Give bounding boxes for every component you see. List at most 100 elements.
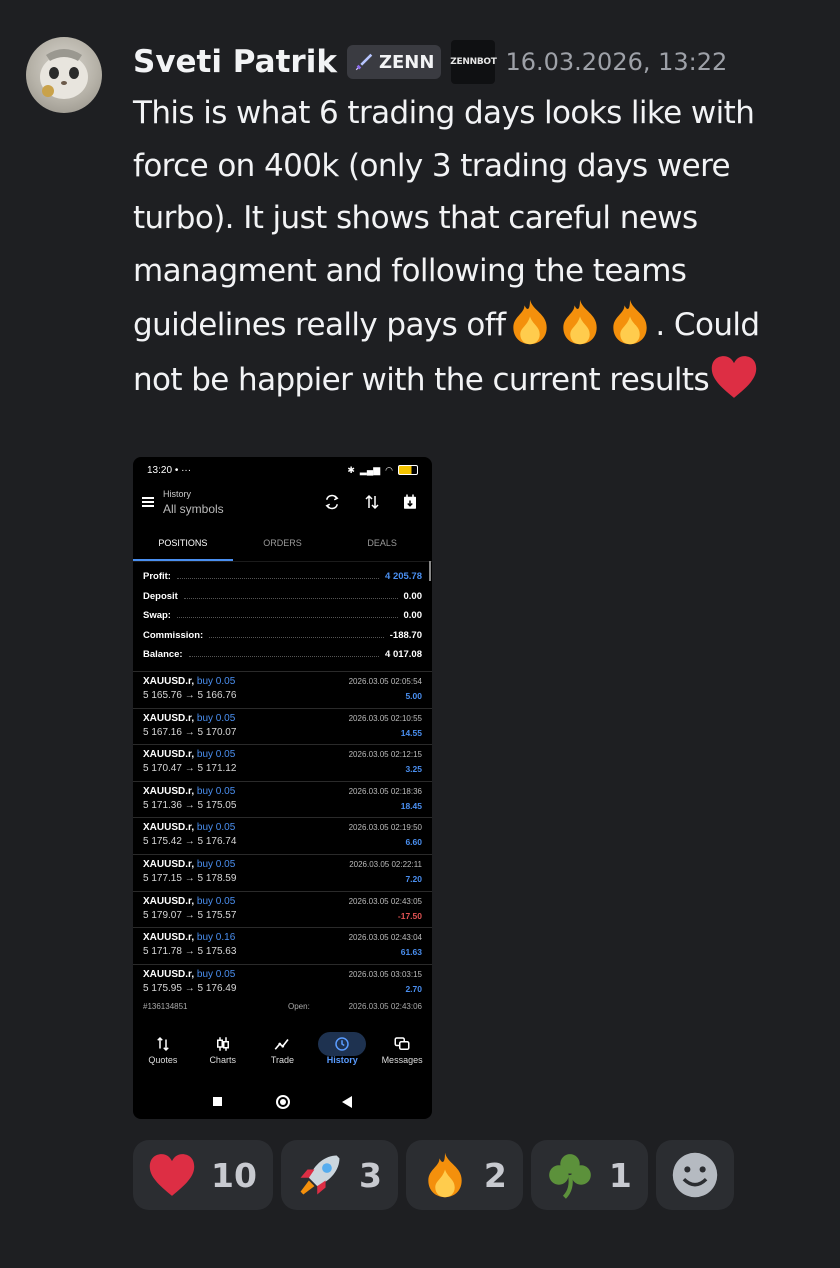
- user-avatar[interactable]: [26, 37, 102, 113]
- reaction-fire[interactable]: 2: [405, 1140, 523, 1210]
- summary-row-profit: Profit: 4 205.78: [143, 567, 422, 587]
- clan-tag[interactable]: ZENN: [346, 45, 442, 79]
- menu-icon[interactable]: [142, 497, 154, 507]
- battery-icon: [398, 465, 418, 475]
- rocket-icon: [300, 1155, 340, 1195]
- nav-label: Quotes: [148, 1055, 178, 1065]
- reaction-rocket[interactable]: 3: [280, 1140, 398, 1210]
- summary-row-balance: Balance: 4 017.08: [143, 645, 422, 665]
- summary-value: -188.70: [389, 629, 422, 641]
- list-item[interactable]: XAUUSD.r, buy 0.05 5 179.07 → 5 175.57 202…: [133, 890, 432, 928]
- list-item[interactable]: XAUUSD.r, buy 0.05 5 177.15 → 5 178.59 202…: [133, 853, 432, 891]
- heart-emoji-icon: [709, 352, 759, 402]
- list-item[interactable]: XAUUSD.r, buy 0.05 5 171.36 → 5 175.05 202…: [133, 780, 432, 818]
- reaction-heart[interactable]: 10: [133, 1140, 273, 1210]
- fire-emoji-icon: [505, 297, 555, 347]
- position-symbol: XAUUSD.r,: [143, 749, 195, 761]
- nav-label: Trade: [270, 1055, 295, 1065]
- back-icon[interactable]: [342, 1096, 352, 1108]
- fire-icon: [428, 1152, 462, 1198]
- nav-messages[interactable]: Messages: [372, 1027, 432, 1077]
- home-icon[interactable]: [276, 1095, 290, 1109]
- list-item[interactable]: XAUUSD.r, buy 0.05 5 165.76 → 5 166.76 202…: [133, 671, 432, 708]
- position-symbol: XAUUSD.r,: [143, 785, 195, 797]
- position-symbol: XAUUSD.r,: [143, 932, 195, 944]
- ticket-open-label: Open:: [288, 1002, 310, 1011]
- username[interactable]: Sveti Patrik: [133, 44, 337, 80]
- position-time: 2026.03.05 03:03:15: [348, 969, 422, 979]
- add-reaction-button[interactable]: [655, 1140, 734, 1210]
- message-timestamp[interactable]: 16.03.2026, 13:22: [505, 48, 727, 76]
- position-side: buy 0.05: [196, 858, 236, 870]
- summary-value: 4 205.78: [385, 571, 422, 583]
- position-prices: 5 167.16 → 5 170.07: [143, 726, 237, 738]
- account-summary: Profit: 4 205.78 Deposit 0.00 Swap: 0.00 Co…: [143, 567, 422, 665]
- reaction-count: 2: [483, 1155, 507, 1195]
- tab-positions[interactable]: POSITIONS: [133, 529, 233, 561]
- summary-row-commission: Commission: -188.70: [143, 626, 422, 646]
- position-time: 2026.03.05 02:43:05: [348, 896, 422, 906]
- position-side: buy 0.05: [196, 749, 236, 761]
- fire-emoji-icon: [605, 297, 655, 347]
- message-content: This is what 6 trading days looks like w…: [133, 87, 813, 406]
- reaction-count: 3: [358, 1155, 382, 1195]
- sort-icon[interactable]: [363, 493, 381, 511]
- ticket-open-time: 2026.03.05 02:43:06: [348, 1002, 422, 1011]
- position-prices: 5 177.15 → 5 178.59: [143, 872, 237, 884]
- list-item[interactable]: XAUUSD.r, buy 0.05 5 175.95 → 5 176.49 202…: [133, 963, 432, 1001]
- position-profit: 61.63: [400, 947, 422, 958]
- summary-row-swap: Swap: 0.00: [143, 606, 422, 626]
- summary-value: 0.00: [403, 610, 423, 622]
- tab-deals[interactable]: DEALS: [332, 529, 432, 561]
- position-prices: 5 175.95 → 5 176.49: [143, 982, 237, 994]
- nav-quotes[interactable]: Quotes: [133, 1027, 193, 1077]
- position-side: buy 0.05: [196, 785, 236, 797]
- nav-trade[interactable]: Trade: [253, 1027, 313, 1077]
- position-time: 2026.03.05 02:18:36: [348, 786, 422, 796]
- app-bar: History All symbols: [133, 485, 432, 521]
- reaction-count: 1: [608, 1155, 632, 1195]
- nav-charts[interactable]: Charts: [193, 1027, 253, 1077]
- tab-orders[interactable]: ORDERS: [233, 529, 333, 561]
- scroll-indicator: [429, 561, 431, 581]
- position-time: 2026.03.05 02:19:50: [348, 823, 422, 833]
- list-item[interactable]: XAUUSD.r, buy 0.05 5 170.47 → 5 171.12 202…: [133, 744, 432, 781]
- positions-list: XAUUSD.r, buy 0.05 5 165.76 → 5 166.76 202…: [133, 671, 432, 1000]
- position-side: buy 0.05: [196, 712, 236, 724]
- calendar-icon[interactable]: [401, 493, 419, 511]
- list-item[interactable]: XAUUSD.r, buy 0.05 5 167.16 → 5 170.07 202…: [133, 707, 432, 745]
- position-profit: 5.00: [405, 691, 422, 701]
- refresh-currency-icon[interactable]: [323, 493, 341, 511]
- position-prices: 5 175.42 → 5 176.74: [143, 836, 237, 848]
- nav-label: Charts: [209, 1055, 236, 1065]
- system-navigation-bar: [133, 1089, 432, 1113]
- list-item[interactable]: XAUUSD.r, buy 0.05 5 175.42 → 5 176.74 202…: [133, 817, 432, 854]
- position-profit: 6.60: [405, 837, 422, 848]
- reactions-bar: 10 3 2 1: [133, 1140, 734, 1210]
- signal-icon: ▂▄▆: [359, 464, 381, 475]
- app-bar-title: History: [163, 489, 192, 499]
- image-attachment[interactable]: 13:20 • ··· ✱ ▂▄▆ ◠ History All symbols …: [133, 457, 432, 1119]
- nav-history[interactable]: History: [312, 1027, 372, 1077]
- recents-icon[interactable]: [213, 1097, 222, 1106]
- summary-value: 0.00: [403, 590, 423, 602]
- reaction-count: 10: [211, 1155, 257, 1195]
- position-symbol: XAUUSD.r,: [143, 858, 195, 870]
- history-icon: [335, 1037, 350, 1051]
- shamrock-icon: [549, 1154, 591, 1199]
- summary-label: Commission:: [143, 629, 204, 641]
- clan-tag-label: ZENN: [378, 51, 435, 73]
- bot-badge: ZENNBOT: [450, 40, 497, 84]
- reaction-shamrock[interactable]: 1: [530, 1140, 648, 1210]
- summary-row-deposit: Deposit 0.00: [143, 587, 422, 607]
- list-item[interactable]: XAUUSD.r, buy 0.16 5 171.78 → 5 175.63 202…: [133, 927, 432, 964]
- position-symbol: XAUUSD.r,: [143, 676, 195, 687]
- ticket-id: #136134851: [143, 1002, 188, 1011]
- fire-emoji-icon: [555, 297, 605, 347]
- app-bar-subtitle[interactable]: All symbols: [163, 502, 224, 516]
- bot-badge-label: ZENNBOT: [450, 57, 497, 67]
- position-symbol: XAUUSD.r,: [143, 712, 195, 724]
- status-extra: • ···: [174, 464, 192, 476]
- wifi-icon: ◠: [385, 464, 393, 475]
- summary-label: Profit:: [143, 571, 171, 583]
